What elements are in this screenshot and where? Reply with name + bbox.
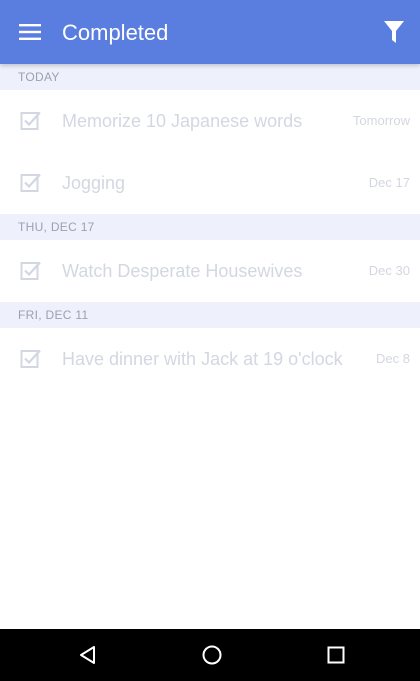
- task-row[interactable]: Memorize 10 Japanese words Tomorrow: [0, 90, 420, 152]
- task-row[interactable]: Have dinner with Jack at 19 o'clock Dec …: [0, 328, 420, 390]
- task-title: Have dinner with Jack at 19 o'clock: [62, 349, 343, 369]
- task-date: Dec 17: [368, 175, 410, 190]
- app-bar: Completed: [0, 0, 420, 64]
- back-triangle-icon: [80, 646, 95, 664]
- system-navigation-bar: [0, 629, 420, 681]
- filter-button[interactable]: [378, 16, 410, 48]
- task-list: TODAY Memorize 10 Japanese words Tomorro…: [0, 64, 420, 629]
- checked-checkbox-icon[interactable]: [20, 110, 42, 132]
- section-header-thu-dec-17: THU, DEC 17: [0, 214, 420, 240]
- task-row[interactable]: Jogging Dec 17: [0, 152, 420, 214]
- home-button[interactable]: [198, 641, 226, 669]
- task-date: Tomorrow: [352, 113, 410, 128]
- menu-button[interactable]: [14, 16, 46, 48]
- home-circle-icon: [202, 645, 222, 665]
- task-title: Jogging: [62, 173, 126, 193]
- hamburger-menu-icon: [19, 24, 41, 40]
- checked-checkbox-icon[interactable]: [20, 172, 42, 194]
- task-title: Watch Desperate Housewives: [62, 261, 303, 281]
- task-date: Dec 8: [376, 351, 410, 366]
- filter-icon: [384, 21, 404, 43]
- recents-square-icon: [327, 646, 345, 664]
- section-header-fri-dec-11: FRI, DEC 11: [0, 302, 420, 328]
- task-date: Dec 30: [368, 263, 410, 278]
- recents-button[interactable]: [322, 641, 350, 669]
- checked-checkbox-icon[interactable]: [20, 260, 42, 282]
- section-header-today: TODAY: [0, 64, 420, 90]
- app-screen: Completed TODAY Memorize 10 Japanese wor…: [0, 0, 420, 681]
- page-title: Completed: [62, 20, 169, 45]
- task-title: Memorize 10 Japanese words: [62, 111, 303, 131]
- checked-checkbox-icon[interactable]: [20, 348, 42, 370]
- task-row[interactable]: Watch Desperate Housewives Dec 30: [0, 240, 420, 302]
- back-button[interactable]: [74, 641, 102, 669]
